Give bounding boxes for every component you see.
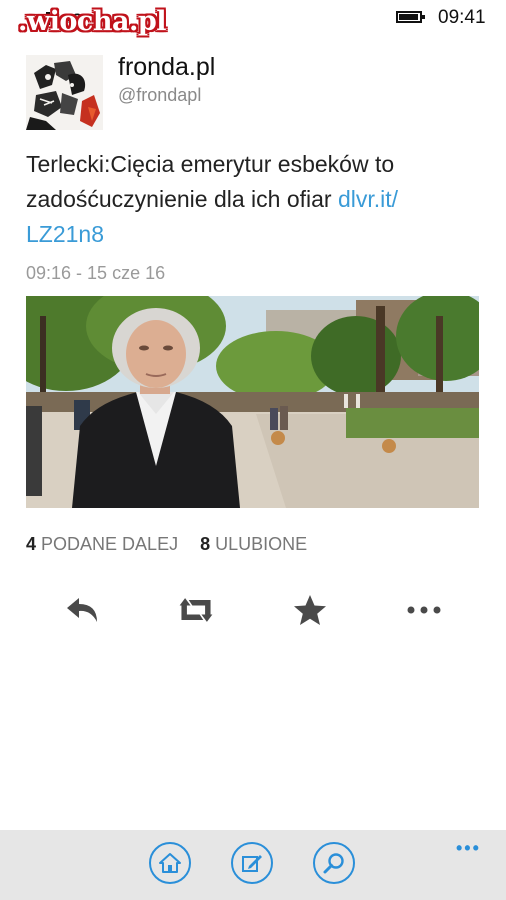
search-icon [323, 853, 344, 874]
tweet-stats: 4 PODANE DALEJ 8 ULUBIONE [26, 534, 307, 555]
compose-icon [242, 855, 262, 872]
retweet-icon [179, 598, 213, 622]
tweet-timestamp: 09:16 - 15 cze 16 [26, 263, 166, 283]
home-icon [159, 853, 181, 873]
tweet-photo[interactable] [26, 296, 479, 508]
favorites-count: 8 [200, 534, 211, 554]
status-clock: 09:41 [438, 7, 486, 28]
battery-icon [396, 11, 425, 23]
app-bar: ••• [0, 830, 506, 900]
retweet-button[interactable] [176, 592, 216, 628]
more-options-button[interactable] [404, 592, 444, 628]
favorite-button[interactable] [290, 592, 330, 628]
appbar-more-button[interactable]: ••• [456, 838, 481, 859]
favorites-label[interactable]: ULUBIONE [215, 534, 307, 554]
retweets-count: 4 [26, 534, 37, 554]
retweets-label[interactable]: PODANE DALEJ [41, 534, 178, 554]
profile-avatar[interactable] [26, 55, 103, 130]
more-icon [407, 606, 441, 614]
search-button[interactable] [313, 842, 355, 884]
reply-button[interactable] [63, 592, 103, 628]
reply-icon [67, 598, 97, 622]
profile-display-name[interactable]: fronda.pl [118, 53, 215, 82]
compose-button[interactable] [231, 842, 273, 884]
watermark-logo: .wiocha.pl [18, 6, 167, 37]
home-button[interactable] [149, 842, 191, 884]
favorite-icon [294, 595, 326, 625]
profile-handle[interactable]: @frondapl [118, 85, 201, 106]
tweet-text: Terlecki:Cięcia emerytur esbeków to zado… [26, 147, 481, 252]
status-bar: 4G .wiocha.pl 09:41 [0, 0, 506, 37]
